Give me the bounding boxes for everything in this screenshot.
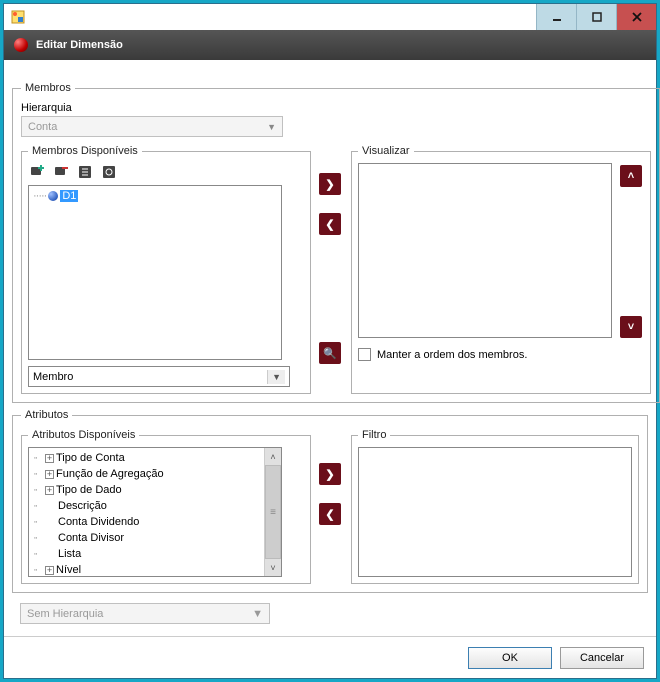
expand-icon[interactable]: + <box>45 470 54 479</box>
hierarchy-label: Hierarquia <box>21 102 651 114</box>
attribute-item[interactable]: ··+ Tipo de Conta <box>33 450 260 466</box>
attribute-move-buttons: ❯ ❮ <box>319 429 343 584</box>
tree-connector: ·· <box>33 564 43 576</box>
keep-order-checkbox[interactable] <box>358 348 371 361</box>
tree-connector: ·· <box>33 548 43 560</box>
tree-connector: ····· <box>33 190 46 202</box>
attribute-label: Função de Agregação <box>56 468 164 480</box>
filter-legend: Filtro <box>358 429 390 441</box>
app-icon <box>8 7 28 27</box>
attributes-tree[interactable]: ··+ Tipo de Conta··+ Função de Agregação… <box>28 447 282 577</box>
expand-icon[interactable]: + <box>45 454 54 463</box>
hierarchy-combo[interactable]: Conta ▼ <box>21 116 283 137</box>
available-attributes-legend: Atributos Disponíveis <box>28 429 139 441</box>
dialog-window: Editar Dimensão Membros Hierarquia Conta… <box>3 3 657 679</box>
chevron-down-icon: ▼ <box>252 608 263 620</box>
attribute-item[interactable]: ·· Lista <box>33 546 260 562</box>
move-down-button[interactable]: ˅ <box>620 316 642 338</box>
tree-connector: ·· <box>33 500 43 512</box>
scrollbar[interactable]: ˄ ˅ <box>264 448 281 576</box>
dialog-title: Editar Dimensão <box>36 39 123 51</box>
attr-move-right-button[interactable]: ❯ <box>319 463 341 485</box>
titlebar <box>4 4 656 30</box>
attribute-item[interactable]: ·· Descrição <box>33 498 260 514</box>
window-controls <box>536 4 656 30</box>
expand-icon[interactable]: + <box>45 566 54 575</box>
attribute-label: Nível <box>56 564 81 576</box>
attribute-label: Lista <box>58 548 81 560</box>
attribute-label: Conta Dividendo <box>58 516 139 528</box>
tree-connector: ·· <box>33 468 43 480</box>
members-legend: Membros <box>21 82 75 94</box>
ok-button[interactable]: OK <box>468 647 552 669</box>
scroll-thumb[interactable] <box>265 465 281 559</box>
member-type-value: Membro <box>33 371 73 383</box>
maximize-button[interactable] <box>576 4 616 30</box>
tree-connector: ·· <box>33 452 43 464</box>
tree-node-icon <box>48 191 58 201</box>
members-tree[interactable]: ····· D1 <box>28 185 282 360</box>
available-members-legend: Membros Disponíveis <box>28 145 142 157</box>
close-button[interactable] <box>616 4 656 30</box>
hierarchy-value: Conta <box>28 121 57 133</box>
visualize-list[interactable] <box>358 163 612 338</box>
visualize-fieldset: Visualizar ˄ ˅ Manter a ordem dos membro… <box>351 145 651 394</box>
attribute-item[interactable]: ··+ Nível <box>33 562 260 576</box>
expand-icon[interactable]: + <box>45 486 54 495</box>
attribute-item[interactable]: ··+ Tipo de Dado <box>33 482 260 498</box>
members-fieldset: Membros Hierarquia Conta ▼ Membros Dispo… <box>12 82 660 403</box>
available-attributes-fieldset: Atributos Disponíveis ··+ Tipo de Conta·… <box>21 429 311 584</box>
toolbar-add-icon[interactable] <box>28 163 48 181</box>
toolbar-action1-icon[interactable] <box>76 163 96 181</box>
dialog-footer: OK Cancelar <box>4 636 656 678</box>
dialog-content: Membros Hierarquia Conta ▼ Membros Dispo… <box>4 60 656 636</box>
attr-move-left-button[interactable]: ❮ <box>319 503 341 525</box>
attributes-fieldset: Atributos Atributos Disponíveis ··+ Tipo… <box>12 409 648 593</box>
attributes-legend: Atributos <box>21 409 72 421</box>
attribute-label: Tipo de Conta <box>56 452 125 464</box>
keep-order-label: Manter a ordem dos membros. <box>377 349 527 361</box>
toolbar-remove-icon[interactable] <box>52 163 72 181</box>
tree-item[interactable]: ····· D1 <box>33 190 277 202</box>
move-right-button[interactable]: ❯ <box>319 173 341 195</box>
tree-connector: ·· <box>33 484 43 496</box>
member-move-buttons: ❯ ❮ 🔍 <box>319 145 343 394</box>
scroll-down-button[interactable]: ˅ <box>265 559 281 576</box>
members-toolbar <box>28 163 304 181</box>
tree-connector: ·· <box>33 532 43 544</box>
attribute-item[interactable]: ··+ Função de Agregação <box>33 466 260 482</box>
attribute-item[interactable]: ·· Conta Dividendo <box>33 514 260 530</box>
order-buttons: ˄ ˅ <box>620 163 644 338</box>
cancel-button[interactable]: Cancelar <box>560 647 644 669</box>
bottom-hierarchy-value: Sem Hierarquia <box>27 608 103 620</box>
bottom-hierarchy-combo[interactable]: Sem Hierarquia ▼ <box>20 603 270 624</box>
filter-list[interactable] <box>358 447 632 577</box>
search-button[interactable]: 🔍 <box>319 342 341 364</box>
dialog-header: Editar Dimensão <box>4 30 656 60</box>
tree-connector: ·· <box>33 516 43 528</box>
scroll-up-button[interactable]: ˄ <box>265 448 281 465</box>
chevron-down-icon: ▼ <box>267 122 276 132</box>
available-members-fieldset: Membros Disponíveis ····· D1 <box>21 145 311 394</box>
chevron-down-icon: ▼ <box>267 370 285 384</box>
attribute-label: Descrição <box>58 500 107 512</box>
header-icon <box>14 38 28 52</box>
keep-order-row: Manter a ordem dos membros. <box>358 348 644 361</box>
filter-fieldset: Filtro <box>351 429 639 584</box>
attribute-item[interactable]: ·· Conta Divisor <box>33 530 260 546</box>
visualize-legend: Visualizar <box>358 145 414 157</box>
move-left-button[interactable]: ❮ <box>319 213 341 235</box>
member-type-combo[interactable]: Membro ▼ <box>28 366 290 387</box>
tree-node-label[interactable]: D1 <box>60 190 78 202</box>
attribute-label: Tipo de Dado <box>56 484 122 496</box>
attribute-label: Conta Divisor <box>58 532 124 544</box>
minimize-button[interactable] <box>536 4 576 30</box>
toolbar-action2-icon[interactable] <box>100 163 120 181</box>
move-up-button[interactable]: ˄ <box>620 165 642 187</box>
